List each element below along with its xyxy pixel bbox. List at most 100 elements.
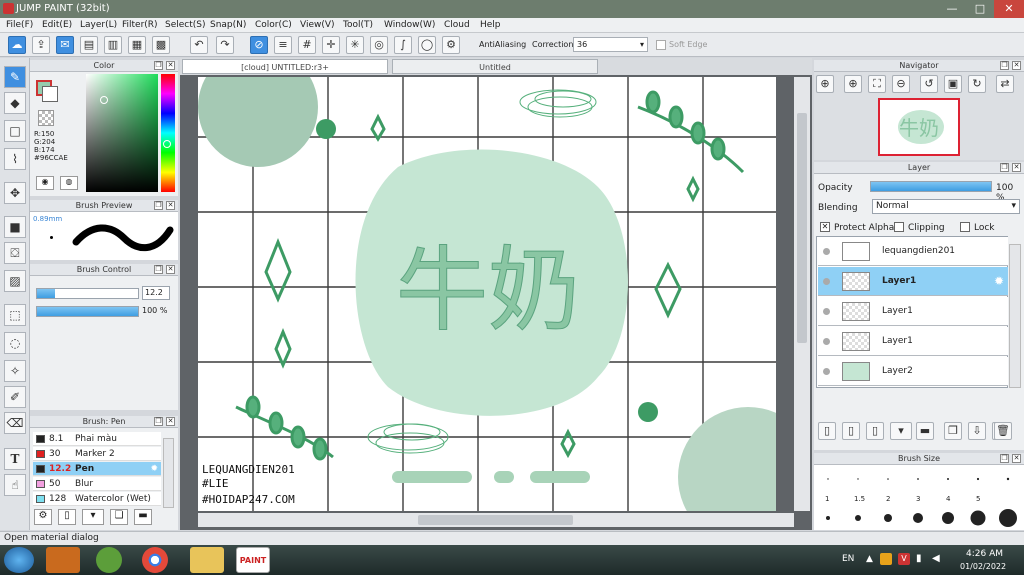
navigator-thumbnail[interactable]: 牛奶	[878, 98, 960, 156]
grid-layout-icon[interactable]: ▩	[152, 36, 170, 54]
tab-untitled[interactable]: Untitled	[392, 59, 598, 74]
menu-filter[interactable]: Filter(R)	[122, 20, 158, 30]
brush-opacity-slider[interactable]	[36, 306, 139, 317]
brush-item-pen[interactable]: 12.2 Pen ✹	[33, 462, 161, 476]
new-8bit-layer-icon[interactable]: ▯	[842, 422, 860, 440]
eraser-tool-icon[interactable]: ◆	[4, 92, 26, 114]
panel-close-icon[interactable]: ✕	[166, 417, 175, 426]
panel-close-icon[interactable]: ✕	[166, 61, 175, 70]
text-tool-icon[interactable]: T	[4, 448, 26, 470]
layer-row-layer1[interactable]: Layer1	[818, 297, 1008, 326]
sv-picker-handle[interactable]	[100, 96, 108, 104]
panel-close-icon[interactable]: ✕	[166, 265, 175, 274]
maximize-button[interactable]: □	[966, 0, 994, 18]
panel-close-icon[interactable]: ✕	[1012, 61, 1021, 70]
menu-help[interactable]: Help	[480, 20, 501, 30]
rect-select-tool-icon[interactable]: □	[4, 120, 26, 142]
panel-float-icon[interactable]: ❐	[1000, 454, 1009, 463]
brush-tool-icon[interactable]: ✎	[4, 66, 26, 88]
panel-float-icon[interactable]: ❐	[1000, 61, 1009, 70]
brush-item-blur[interactable]: 50 Blur	[33, 477, 161, 491]
brush-folder-icon[interactable]: ▬	[134, 509, 152, 525]
file-explorer-icon[interactable]	[190, 547, 224, 573]
color-wheel-icon[interactable]: ◉	[36, 176, 54, 190]
rotate-right-icon[interactable]: ↻	[968, 75, 986, 93]
correction-select[interactable]: 36 ▾	[573, 37, 648, 52]
duplicate-layer-icon[interactable]: ❐	[944, 422, 962, 440]
snap-curve-icon[interactable]: ∫	[394, 36, 412, 54]
saturation-value-picker[interactable]	[86, 74, 158, 192]
softedge-checkbox[interactable]	[656, 40, 666, 50]
jump-paint-task[interactable]: PAINT	[236, 547, 270, 573]
layer-menu-icon[interactable]: ▾	[890, 422, 912, 440]
layer-list-scrollbar[interactable]	[1009, 244, 1021, 388]
move-tool-icon[interactable]: ✥	[4, 182, 26, 204]
visibility-eye-icon[interactable]	[823, 308, 830, 315]
minimize-button[interactable]: —	[938, 0, 966, 18]
visibility-eye-icon[interactable]	[823, 248, 830, 255]
visibility-eye-icon[interactable]	[823, 338, 830, 345]
tray-expand-icon[interactable]: ▲	[866, 554, 873, 564]
rotate-left-icon[interactable]: ↺	[920, 75, 938, 93]
layer-row-lequangdien201[interactable]: lequangdien201	[818, 237, 1008, 266]
zoom-out-icon[interactable]: ⊖	[892, 75, 910, 93]
drawing-canvas[interactable]: 牛奶 LEQUANGDIEN201 #LIE #HOIDAP247.COM	[198, 77, 776, 511]
canvas-vscroll-thumb[interactable]	[797, 113, 807, 343]
snap-grid-icon[interactable]: #	[298, 36, 316, 54]
lasso-tool-icon[interactable]: ◌	[4, 332, 26, 354]
lock-checkbox[interactable]	[960, 222, 970, 232]
brush-item-watercolor-wet[interactable]: 128 Watercolor (Wet)	[33, 492, 161, 506]
clover-app-icon[interactable]	[96, 547, 122, 573]
clipping-checkbox[interactable]	[894, 222, 904, 232]
brush-size-slider[interactable]	[36, 288, 139, 299]
document-icon[interactable]: ▥	[104, 36, 122, 54]
snap-parallel-icon[interactable]: ≡	[274, 36, 292, 54]
menu-layer[interactable]: Layer(L)	[80, 20, 117, 30]
panel-float-icon[interactable]: ❐	[1000, 163, 1009, 172]
panel-float-icon[interactable]: ❐	[154, 61, 163, 70]
background-color-swatch[interactable]	[42, 86, 58, 102]
close-button[interactable]: ✕	[994, 0, 1024, 18]
zoom-actual-icon[interactable]: ⛶	[868, 75, 886, 93]
brush-copy-icon[interactable]: ❏	[110, 509, 128, 525]
redo-icon[interactable]: ↷	[216, 36, 234, 54]
hand-tool-icon[interactable]: ☝	[4, 474, 26, 496]
menu-file[interactable]: File(F)	[6, 20, 33, 30]
snap-off-icon[interactable]: ⊘	[250, 36, 268, 54]
tray-volume-icon[interactable]: ◀	[932, 553, 940, 564]
canvas-horizontal-scrollbar[interactable]	[198, 513, 794, 527]
select-pen-tool-icon[interactable]: ✐	[4, 386, 26, 408]
note-icon[interactable]: ▤	[80, 36, 98, 54]
gradient-tool-icon[interactable]: ▨	[4, 270, 26, 292]
media-player-icon[interactable]	[46, 547, 80, 573]
menu-tool[interactable]: Tool(T)	[343, 20, 373, 30]
new-brush-icon[interactable]: ▯	[58, 509, 76, 525]
layer-row-layer2[interactable]: Layer2	[818, 357, 1008, 386]
canvas-hscroll-thumb[interactable]	[418, 515, 573, 525]
menu-window[interactable]: Window(W)	[384, 20, 435, 30]
flip-icon[interactable]: ⇄	[996, 75, 1014, 93]
brush-list-scrollbar[interactable]	[163, 438, 174, 508]
menu-select[interactable]: Select(S)	[165, 20, 206, 30]
brush-settings-icon[interactable]: ⚙	[34, 509, 52, 525]
fill-rect-tool-icon[interactable]: ■	[4, 216, 26, 238]
clock-date[interactable]: 01/02/2022	[960, 562, 1006, 571]
hue-slider-handle[interactable]	[163, 140, 171, 148]
clock-time[interactable]: 4:26 AM	[966, 549, 1003, 559]
blending-select[interactable]: Normal ▾	[872, 199, 1020, 214]
layer-row-layer1-selected[interactable]: Layer1 ✹	[818, 267, 1008, 296]
menu-snap[interactable]: Snap(N)	[210, 20, 246, 30]
panel-float-icon[interactable]: ❐	[154, 201, 163, 210]
brush-menu-icon[interactable]: ▾	[82, 509, 104, 525]
language-indicator[interactable]: EN	[842, 554, 854, 564]
panel-float-icon[interactable]: ❐	[154, 265, 163, 274]
bucket-tool-icon[interactable]: ⛋	[4, 242, 26, 264]
menu-color[interactable]: Color(C)	[255, 20, 292, 30]
panel-close-icon[interactable]: ✕	[1012, 163, 1021, 172]
zoom-in-icon[interactable]: ⊕	[844, 75, 862, 93]
dropper-tool-icon[interactable]: ⌇	[4, 148, 26, 170]
snap-cross-icon[interactable]: ✛	[322, 36, 340, 54]
transparent-color-swatch[interactable]	[38, 110, 54, 126]
protect-alpha-checkbox[interactable]: ✕	[820, 222, 830, 232]
menu-view[interactable]: View(V)	[300, 20, 335, 30]
